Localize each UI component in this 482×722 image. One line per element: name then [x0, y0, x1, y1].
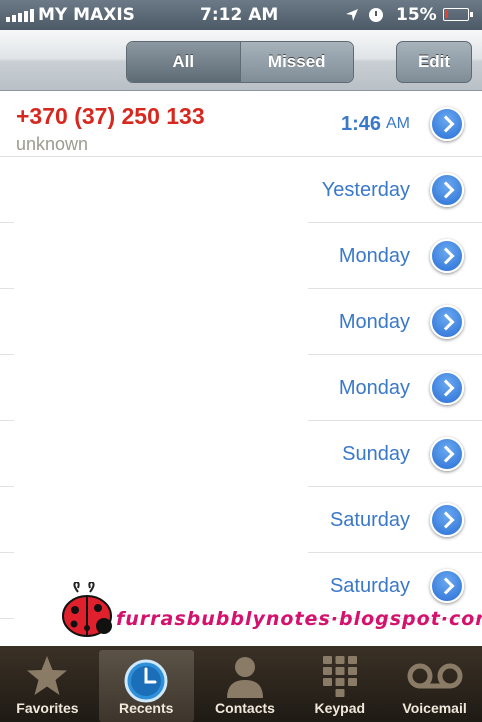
tab-label: Favorites	[16, 700, 79, 716]
alarm-clock-icon	[369, 8, 383, 22]
segment-missed[interactable]: Missed	[239, 42, 353, 82]
status-bar: MY MAXIS 7:12 AM 15%	[0, 0, 482, 30]
battery-fill	[445, 10, 448, 18]
tab-label: Keypad	[314, 700, 366, 716]
tab-label: Voicemail	[402, 700, 467, 716]
battery-percent: 15%	[396, 5, 437, 25]
segment-all[interactable]: All	[127, 42, 240, 82]
call-time: Sunday	[342, 442, 410, 465]
detail-disclosure-icon[interactable]	[430, 305, 464, 339]
tab-label: Contacts	[215, 700, 275, 716]
tab-bar: Favorites Recents Contacts Keypad Voicem…	[0, 646, 482, 722]
redacted-area	[14, 167, 308, 646]
call-time: Yesterday	[321, 178, 410, 201]
star-icon	[27, 656, 68, 695]
keypad-icon	[322, 656, 357, 697]
caller-label: unknown	[16, 134, 89, 154]
call-row[interactable]: +370 (37) 250 133 unknown 1:46 AM	[0, 91, 482, 157]
call-time: Monday	[338, 310, 410, 333]
contact-silhouette-icon	[226, 657, 263, 698]
voicemail-icon	[407, 663, 463, 689]
tab-recents[interactable]: Recents	[98, 650, 194, 722]
detail-disclosure-icon[interactable]	[430, 437, 464, 471]
call-time: Saturday	[329, 508, 410, 531]
tab-label: Recents	[118, 700, 174, 716]
detail-disclosure-icon[interactable]	[430, 173, 464, 207]
signal-icon	[6, 8, 34, 22]
tab-keypad[interactable]: Keypad	[292, 646, 387, 722]
detail-disclosure-icon[interactable]	[430, 239, 464, 273]
carrier-name: MY MAXIS	[38, 5, 135, 25]
ladybug-icon	[62, 582, 112, 637]
watermark-text: furrasbubblynotes·blogspot·com	[116, 608, 482, 630]
nav-bar: All Missed Edit	[0, 30, 482, 91]
tab-voicemail[interactable]: Voicemail	[387, 646, 482, 722]
location-arrow-icon	[346, 9, 358, 21]
call-time: Monday	[338, 244, 410, 267]
battery-icon	[443, 8, 473, 21]
caller-number: +370 (37) 250 133	[16, 103, 205, 129]
detail-disclosure-icon[interactable]	[430, 107, 464, 141]
recents-list[interactable]: +370 (37) 250 133 unknown 1:46 AM Yesterd…	[0, 91, 482, 646]
clock-icon	[124, 659, 168, 703]
edit-button[interactable]: Edit	[396, 41, 472, 83]
call-time: 1:46 AM	[340, 112, 410, 135]
tab-favorites[interactable]: Favorites	[0, 646, 95, 722]
tab-contacts[interactable]: Contacts	[198, 646, 293, 722]
status-time: 7:12 AM	[200, 5, 279, 25]
detail-disclosure-icon[interactable]	[430, 503, 464, 537]
watermark: furrasbubblynotes·blogspot·com	[56, 578, 482, 644]
calls-filter-segmented-control[interactable]: All Missed	[126, 41, 354, 83]
call-time: Monday	[338, 376, 410, 399]
detail-disclosure-icon[interactable]	[430, 371, 464, 405]
